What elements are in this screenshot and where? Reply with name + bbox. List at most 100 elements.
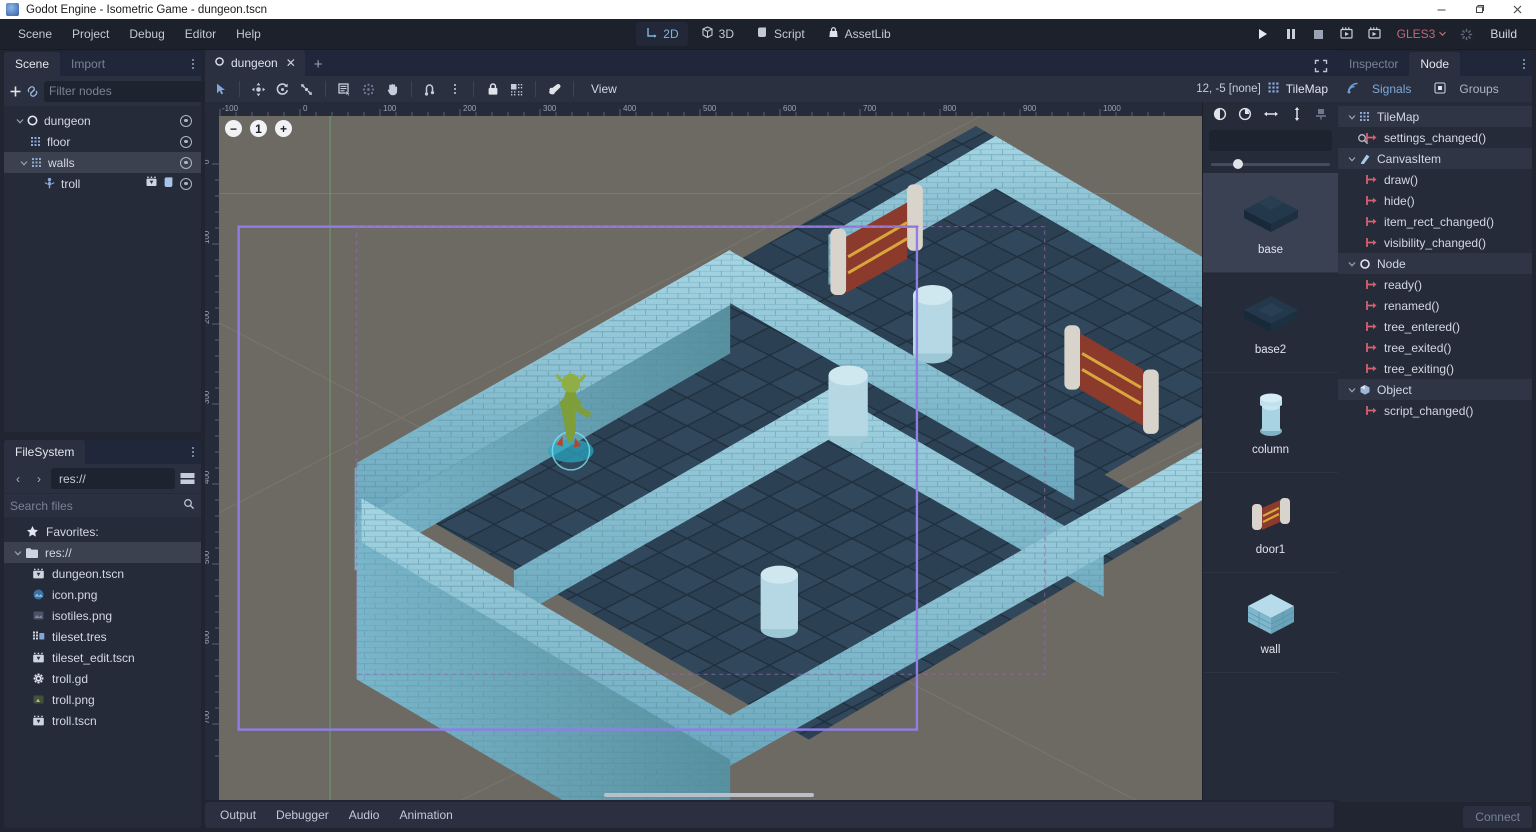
- signal-hide[interactable]: hide(): [1338, 190, 1532, 211]
- visibility-toggle-icon[interactable]: [180, 114, 192, 127]
- chevron-down-icon[interactable]: [1346, 386, 1357, 394]
- scene-tab-dungeon[interactable]: dungeon ✕: [205, 50, 305, 76]
- close-icon[interactable]: ✕: [286, 56, 296, 70]
- zoom-out-button[interactable]: −: [225, 120, 242, 137]
- pause-button[interactable]: [1278, 22, 1304, 46]
- file-row-tileset-edit-tscn[interactable]: tileset_edit.tscn: [4, 647, 201, 668]
- renderer-selector[interactable]: GLES3: [1390, 24, 1452, 44]
- tile-item-wall[interactable]: wall: [1203, 573, 1338, 673]
- mode-assetlib-button[interactable]: AssetLib: [818, 22, 900, 46]
- tab-node[interactable]: Node: [1409, 52, 1461, 76]
- connect-button[interactable]: Connect: [1463, 806, 1532, 828]
- file-row-troll-tscn[interactable]: troll.tscn: [4, 710, 201, 731]
- menu-debug[interactable]: Debug: [119, 23, 174, 45]
- subtab-signals[interactable]: Signals: [1364, 82, 1419, 96]
- tab-inspector[interactable]: Inspector: [1338, 52, 1409, 76]
- signal-tree-exited[interactable]: tree_exited(): [1338, 337, 1532, 358]
- play-scene-button[interactable]: [1334, 22, 1360, 46]
- add-node-button[interactable]: [8, 80, 23, 102]
- signal-item-rect-changed[interactable]: item_rect_changed(): [1338, 211, 1532, 232]
- horizontal-scrollbar[interactable]: [603, 793, 814, 797]
- file-row-isotiles-png[interactable]: isotiles.png: [4, 605, 201, 626]
- tile-search-box[interactable]: [1209, 130, 1369, 151]
- chevron-down-icon[interactable]: [12, 549, 23, 557]
- chevron-down-icon[interactable]: [14, 117, 25, 125]
- clear-transform-icon[interactable]: [1314, 107, 1328, 124]
- tab-filesystem[interactable]: FileSystem: [4, 440, 86, 464]
- signal-group-object[interactable]: Object: [1338, 379, 1532, 400]
- canvas-viewport[interactable]: -100 0 100 200 300 400 500 600 700 800 9…: [205, 102, 1202, 800]
- filter-nodes-input[interactable]: [49, 84, 204, 98]
- menu-project[interactable]: Project: [62, 23, 119, 45]
- scene-node-dungeon[interactable]: dungeon: [4, 110, 201, 131]
- file-row-troll-gd[interactable]: troll.gd: [4, 668, 201, 689]
- play-custom-scene-button[interactable]: [1362, 22, 1388, 46]
- signal-script-changed[interactable]: script_changed(): [1338, 400, 1532, 421]
- bottom-panel-debugger[interactable]: Debugger: [267, 804, 338, 826]
- instance-scene-button[interactable]: [25, 80, 40, 102]
- tab-scene[interactable]: Scene: [4, 52, 61, 76]
- tile-item-base2[interactable]: base2: [1203, 273, 1338, 373]
- menu-help[interactable]: Help: [226, 23, 271, 45]
- signal-draw[interactable]: draw(): [1338, 169, 1532, 190]
- move-tool-icon[interactable]: [247, 78, 270, 100]
- file-row-tileset-tres[interactable]: tileset.tres: [4, 626, 201, 647]
- select-tool-icon[interactable]: [209, 78, 232, 100]
- nav-forward-button[interactable]: ›: [30, 469, 48, 489]
- group-icon[interactable]: [505, 78, 528, 100]
- bone-icon[interactable]: [543, 78, 566, 100]
- subtab-groups[interactable]: Groups: [1451, 82, 1506, 96]
- chevron-down-icon[interactable]: [18, 159, 29, 167]
- menu-editor[interactable]: Editor: [175, 23, 226, 45]
- distraction-free-button[interactable]: [1304, 59, 1338, 76]
- menu-scene[interactable]: Scene: [8, 23, 62, 45]
- scene-node-walls[interactable]: walls: [4, 152, 201, 173]
- zoom-in-button[interactable]: +: [275, 120, 292, 137]
- rotate-cw-icon[interactable]: [1238, 107, 1252, 124]
- mode-script-button[interactable]: Script: [747, 22, 814, 46]
- nav-back-button[interactable]: ‹: [9, 469, 27, 489]
- visibility-toggle-icon[interactable]: [180, 135, 192, 148]
- signal-group-tilemap[interactable]: TileMap: [1338, 106, 1532, 127]
- signal-group-node[interactable]: Node: [1338, 253, 1532, 274]
- scene-node-floor[interactable]: floor: [4, 131, 201, 152]
- scene-instance-icon[interactable]: [145, 176, 158, 191]
- ruler-tool-icon[interactable]: [357, 78, 380, 100]
- scale-tool-icon[interactable]: [295, 78, 318, 100]
- paint-icon[interactable]: [1213, 107, 1227, 124]
- filesystem-dock-menu-button[interactable]: [185, 447, 201, 457]
- file-row-troll-png[interactable]: troll.png: [4, 689, 201, 710]
- stop-button[interactable]: [1306, 22, 1332, 46]
- tile-item-base[interactable]: base: [1203, 173, 1338, 273]
- scene-node-troll[interactable]: troll: [4, 173, 201, 194]
- current-path[interactable]: res://: [51, 468, 175, 489]
- minimize-button[interactable]: [1422, 0, 1460, 19]
- mode-2d-button[interactable]: 2D: [636, 22, 688, 46]
- chevron-down-icon[interactable]: [1346, 155, 1357, 163]
- bottom-panel-animation[interactable]: Animation: [390, 804, 461, 826]
- chevron-down-icon[interactable]: [1346, 260, 1357, 268]
- signal-group-canvasitem[interactable]: CanvasItem: [1338, 148, 1532, 169]
- pan-tool-icon[interactable]: [381, 78, 404, 100]
- signal-tree-entered[interactable]: tree_entered(): [1338, 316, 1532, 337]
- mode-3d-button[interactable]: 3D: [692, 22, 743, 46]
- bottom-panel-audio[interactable]: Audio: [340, 804, 389, 826]
- file-row-res-root[interactable]: res://: [4, 542, 201, 563]
- filesystem-search-row[interactable]: [4, 493, 201, 517]
- snap-mode-icon[interactable]: [419, 78, 442, 100]
- signal-visibility-changed[interactable]: visibility_changed(): [1338, 232, 1532, 253]
- signal-ready[interactable]: ready(): [1338, 274, 1532, 295]
- close-button[interactable]: [1498, 0, 1536, 19]
- play-button[interactable]: [1250, 22, 1276, 46]
- horizontal-ruler[interactable]: -100 0 100 200 300 400 500 600 700 800 9…: [205, 102, 1202, 116]
- rotate-tool-icon[interactable]: [271, 78, 294, 100]
- vertical-ruler[interactable]: 0 100 200 300 400 500 600 700: [205, 102, 219, 800]
- signal-renamed[interactable]: renamed(): [1338, 295, 1532, 316]
- script-icon[interactable]: [163, 176, 175, 192]
- list-select-icon[interactable]: [333, 78, 356, 100]
- zoom-reset-button[interactable]: 1: [250, 120, 267, 137]
- search-files-input[interactable]: [10, 498, 183, 513]
- bottom-panel-output[interactable]: Output: [211, 804, 265, 826]
- signal-tree-exiting[interactable]: tree_exiting(): [1338, 358, 1532, 379]
- scene-dock-menu-button[interactable]: [185, 59, 201, 69]
